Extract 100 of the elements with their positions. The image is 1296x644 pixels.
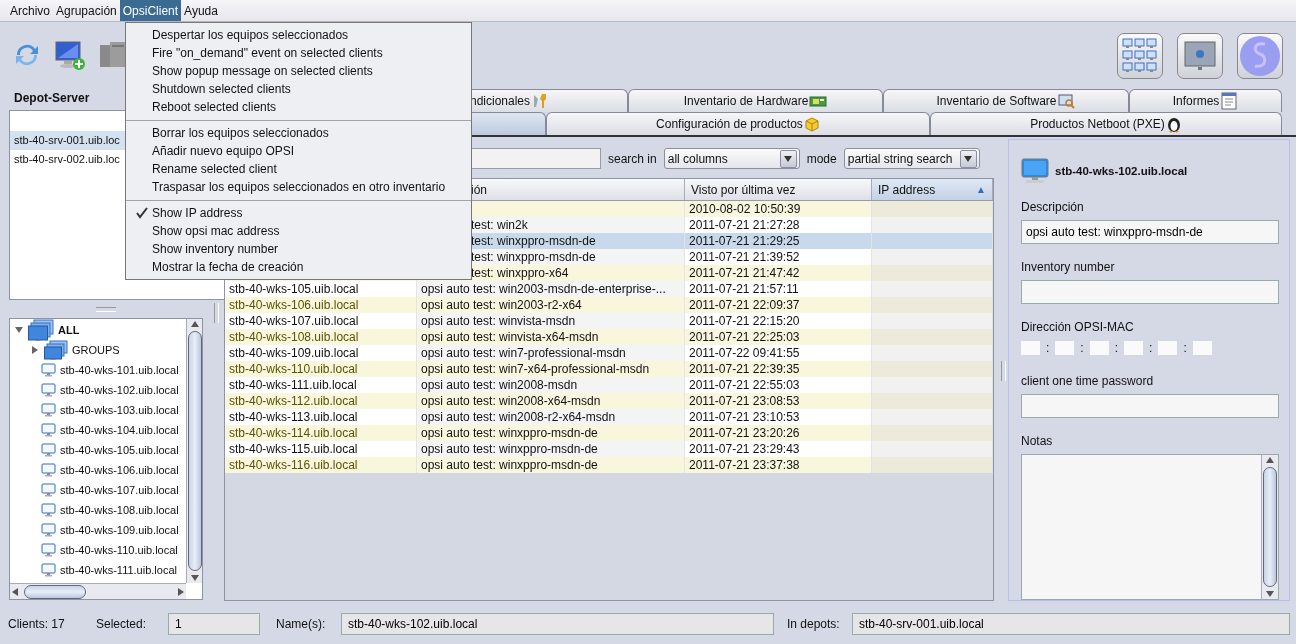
- column-header[interactable]: IP address ▲: [872, 179, 993, 200]
- table-cell: opsi auto test: win2003-msdn-de-enterprise-...: [417, 281, 685, 297]
- penguin-icon: [1165, 115, 1182, 133]
- tree-item[interactable]: stb-40-wks-108.uib.local: [60, 504, 179, 516]
- table-cell: opsi auto test: winvista-msdn: [417, 313, 685, 329]
- tree-item[interactable]: stb-40-wks-103.uib.local: [60, 404, 179, 416]
- field-label: Selected:: [96, 617, 148, 631]
- tree-item[interactable]: stb-40-wks-102.uib.local: [60, 384, 179, 396]
- scroll-down-icon: [189, 573, 200, 583]
- menu-item[interactable]: Despertar los equipos seleccionados: [126, 26, 471, 44]
- tree-item[interactable]: stb-40-wks-104.uib.local: [60, 424, 179, 436]
- monitor-icon: [41, 383, 56, 397]
- table-row[interactable]: stb-40-wks-116.uib.local opsi auto test: winxppro-msdn-de 2011-07-21 23:37:38: [225, 457, 993, 473]
- dropdown[interactable]: all columns: [663, 148, 800, 169]
- scrollbar[interactable]: [10, 583, 186, 599]
- mac-field[interactable]: [1192, 341, 1212, 355]
- separator: :: [1183, 341, 1187, 355]
- wrench-icon: [531, 93, 549, 109]
- text-field[interactable]: [1021, 280, 1279, 304]
- tree-item[interactable]: stb-40-wks-107.uib.local: [60, 484, 179, 496]
- dropdown[interactable]: partial string search: [843, 148, 980, 169]
- monitor-magnifier-icon: [1057, 93, 1076, 109]
- separator: :: [1080, 341, 1084, 355]
- monitor-add-icon: [54, 39, 86, 71]
- field-label: search in: [608, 151, 657, 166]
- table-row[interactable]: stb-40-wks-108.uib.local opsi auto test: winvista-x64-msdn 2011-07-21 22:25:03: [225, 329, 993, 345]
- mac-field[interactable]: [1021, 341, 1040, 355]
- text-field[interactable]: opsi auto test: winxppro-msdn-de: [1021, 220, 1279, 244]
- menu-bar-item[interactable]: OpsiClient: [119, 0, 182, 21]
- table-row[interactable]: stb-40-wks-113.uib.local opsi auto test: win2008-r2-x64-msdn 2011-07-21 23:10:53: [225, 409, 993, 425]
- table-row[interactable]: stb-40-wks-110.uib.local opsi auto test: win7-x64-professional-msdn 2011-07-21 22:39:35: [225, 361, 993, 377]
- monitor-group-icon: [44, 340, 68, 360]
- tree-item[interactable]: stb-40-wks-101.uib.local: [60, 364, 179, 376]
- tab[interactable]: Productos Netboot (PXE): [930, 112, 1282, 135]
- table-cell: opsi auto test: winxppro-msdn-de: [417, 441, 685, 457]
- scrollbar[interactable]: [1261, 455, 1278, 599]
- field-label: In depots:: [787, 617, 841, 631]
- names-field[interactable]: stb-40-wks-102.uib.local: [341, 613, 774, 635]
- monitor-icon: [1021, 158, 1049, 184]
- tree-item[interactable]: stb-40-wks-105.uib.local: [60, 444, 179, 456]
- icon-button[interactable]: [1117, 32, 1163, 79]
- table-row[interactable]: stb-40-wks-107.uib.local opsi auto test: winvista-msdn 2011-07-21 22:15:20: [225, 313, 993, 329]
- selected-count-field[interactable]: 1: [168, 613, 260, 635]
- menu-item[interactable]: Shutdown selected clients: [126, 80, 471, 98]
- table-cell: opsi auto test: win7-professional-msdn: [417, 345, 685, 361]
- table-row[interactable]: stb-40-wks-109.uib.local opsi auto test: win7-professional-msdn 2011-07-22 09:41:55: [225, 345, 993, 361]
- table-row[interactable]: stb-40-wks-111.uib.local opsi auto test: win2008-msdn 2011-07-21 22:55:03: [225, 377, 993, 393]
- monitor-icon: [41, 463, 56, 477]
- tree-item[interactable]: GROUPS: [72, 344, 120, 356]
- field-label: mode: [806, 151, 837, 166]
- menu-item[interactable]: Show popup message on selected clients: [126, 62, 471, 80]
- field-label: Inventory number: [1021, 260, 1116, 274]
- menu-item[interactable]: Fire "on_demand" event on selected clients: [126, 44, 471, 62]
- icon-button[interactable]: [1237, 32, 1283, 79]
- table-row[interactable]: stb-40-wks-115.uib.local opsi auto test: winxppro-msdn-de 2011-07-21 23:29:43: [225, 441, 993, 457]
- monitor-icon: [41, 423, 56, 437]
- separator: :: [1046, 341, 1050, 355]
- table-row[interactable]: stb-40-wks-105.uib.local opsi auto test: win2003-msdn-de-enterprise-... 2011-07-21 21:57:11: [225, 281, 993, 297]
- tree-item[interactable]: stb-40-wks-110.uib.local: [60, 544, 178, 556]
- menu-bar-item[interactable]: Archivo: [7, 0, 53, 21]
- mac-field[interactable]: [1055, 341, 1075, 355]
- scroll-left-icon: [10, 586, 20, 597]
- monitor-icon: [41, 503, 56, 517]
- mac-field[interactable]: [1089, 341, 1109, 355]
- field-label: Name(s):: [276, 617, 327, 631]
- mac-field[interactable]: [1124, 341, 1144, 355]
- tree-item[interactable]: ALL: [58, 324, 80, 336]
- menu-item[interactable]: Reboot selected clients: [126, 98, 471, 116]
- tree-item[interactable]: stb-40-wks-109.uib.local: [60, 524, 179, 536]
- tab[interactable]: Inventario de Hardware: [628, 89, 883, 112]
- section-title: Depot-Server: [14, 91, 90, 105]
- sort-arrow: ▲: [976, 184, 986, 195]
- tab[interactable]: Informes: [1129, 89, 1282, 112]
- box-icon: [803, 116, 820, 132]
- monitor-icon: [41, 443, 56, 457]
- caret-icon: [963, 153, 974, 164]
- monitor-icon: [1182, 38, 1218, 73]
- menu-bar-item[interactable]: Ayuda: [181, 0, 221, 21]
- tab[interactable]: Configuración de productos: [546, 112, 930, 135]
- tree-item[interactable]: stb-40-wks-111.uib.local: [60, 564, 177, 576]
- menu-bar-item[interactable]: Agrupación: [53, 0, 120, 21]
- depots-field[interactable]: stb-40-srv-001.uib.local: [852, 613, 1290, 635]
- table-row[interactable]: stb-40-wks-106.uib.local opsi auto test: win2003-r2-x64 2011-07-21 22:09:37: [225, 297, 993, 313]
- menu-item[interactable]: Rename selected client: [126, 160, 471, 178]
- table-row[interactable]: stb-40-wks-112.uib.local opsi auto test: win2008-x64-msdn 2011-07-21 23:08:53: [225, 393, 993, 409]
- table-cell: opsi auto test: winxppro-msdn-de: [417, 457, 685, 473]
- field-label: Dirección OPSI-MAC: [1021, 320, 1135, 334]
- text-field[interactable]: [1021, 394, 1279, 418]
- tab[interactable]: Inventario de Software: [883, 89, 1129, 112]
- notes-field[interactable]: [1021, 454, 1279, 600]
- monitor-icon: [41, 563, 56, 577]
- field-label: Descripción: [1021, 200, 1085, 214]
- tree-item[interactable]: stb-40-wks-106.uib.local: [60, 464, 179, 476]
- scroll-up-icon: [189, 319, 200, 329]
- scrollbar[interactable]: [186, 319, 202, 583]
- icon-button[interactable]: [1177, 32, 1223, 79]
- mac-field[interactable]: [1158, 341, 1178, 355]
- table-cell: opsi auto test: win2008-msdn: [417, 377, 685, 393]
- table-row[interactable]: stb-40-wks-114.uib.local opsi auto test: winxppro-msdn-de 2011-07-21 23:20:26: [225, 425, 993, 441]
- separator: :: [1114, 341, 1119, 355]
